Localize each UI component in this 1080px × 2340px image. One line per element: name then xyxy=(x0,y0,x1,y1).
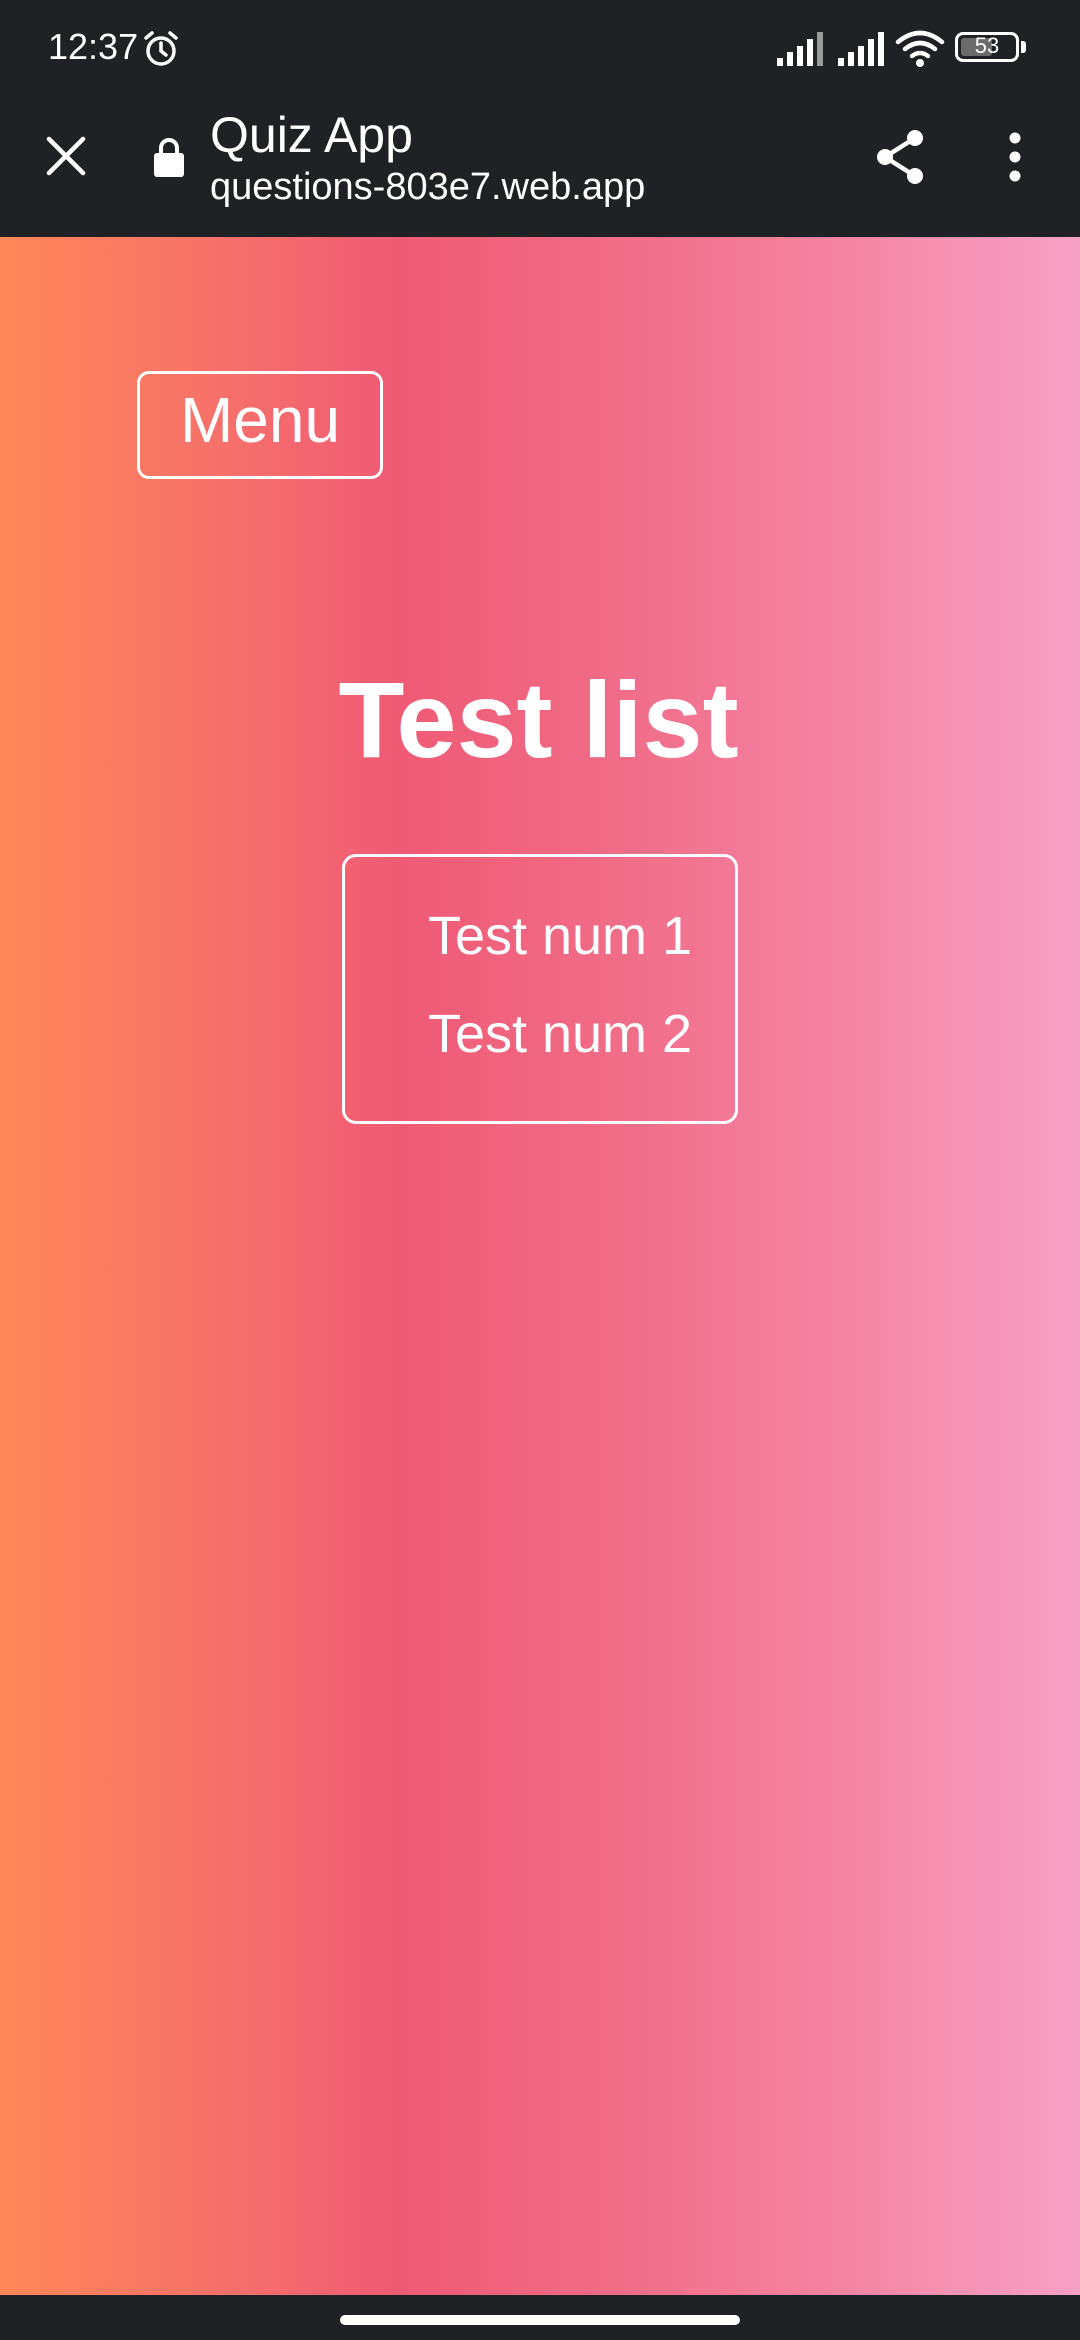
status-bar: 12:37 53 xyxy=(0,0,1080,92)
share-button[interactable] xyxy=(865,122,935,192)
page-url[interactable]: questions-803e7.web.app xyxy=(210,166,645,209)
signal-icon xyxy=(777,32,823,66)
browser-toolbar: Quiz App questions-803e7.web.app xyxy=(0,92,1080,237)
page-content: Menu Test list Test num 1 Test num 2 xyxy=(0,237,1080,2295)
status-time: 12:37 xyxy=(48,26,139,67)
alarm-icon xyxy=(144,31,178,66)
more-vert-icon xyxy=(1009,132,1021,182)
test-item-1[interactable]: Test num 1 xyxy=(385,887,735,985)
close-icon xyxy=(46,136,86,176)
page-title-toolbar: Quiz App xyxy=(210,107,413,163)
page-heading: Test list xyxy=(338,659,739,780)
lock-icon xyxy=(154,138,184,177)
test-item-2[interactable]: Test num 2 xyxy=(385,985,735,1083)
close-button[interactable] xyxy=(30,120,102,192)
signal-icon xyxy=(838,32,884,66)
battery-icon: 53 xyxy=(955,32,1019,62)
battery-percentage: 53 xyxy=(974,33,1000,58)
wifi-icon xyxy=(895,30,945,67)
more-options-button[interactable] xyxy=(985,122,1045,192)
battery-tip xyxy=(1021,41,1026,53)
test-list: Test num 1 Test num 2 xyxy=(342,854,738,1124)
menu-button[interactable]: Menu xyxy=(137,371,383,479)
system-navigation-bar xyxy=(0,2295,1080,2340)
share-icon xyxy=(877,130,923,184)
home-indicator[interactable] xyxy=(340,2315,740,2325)
